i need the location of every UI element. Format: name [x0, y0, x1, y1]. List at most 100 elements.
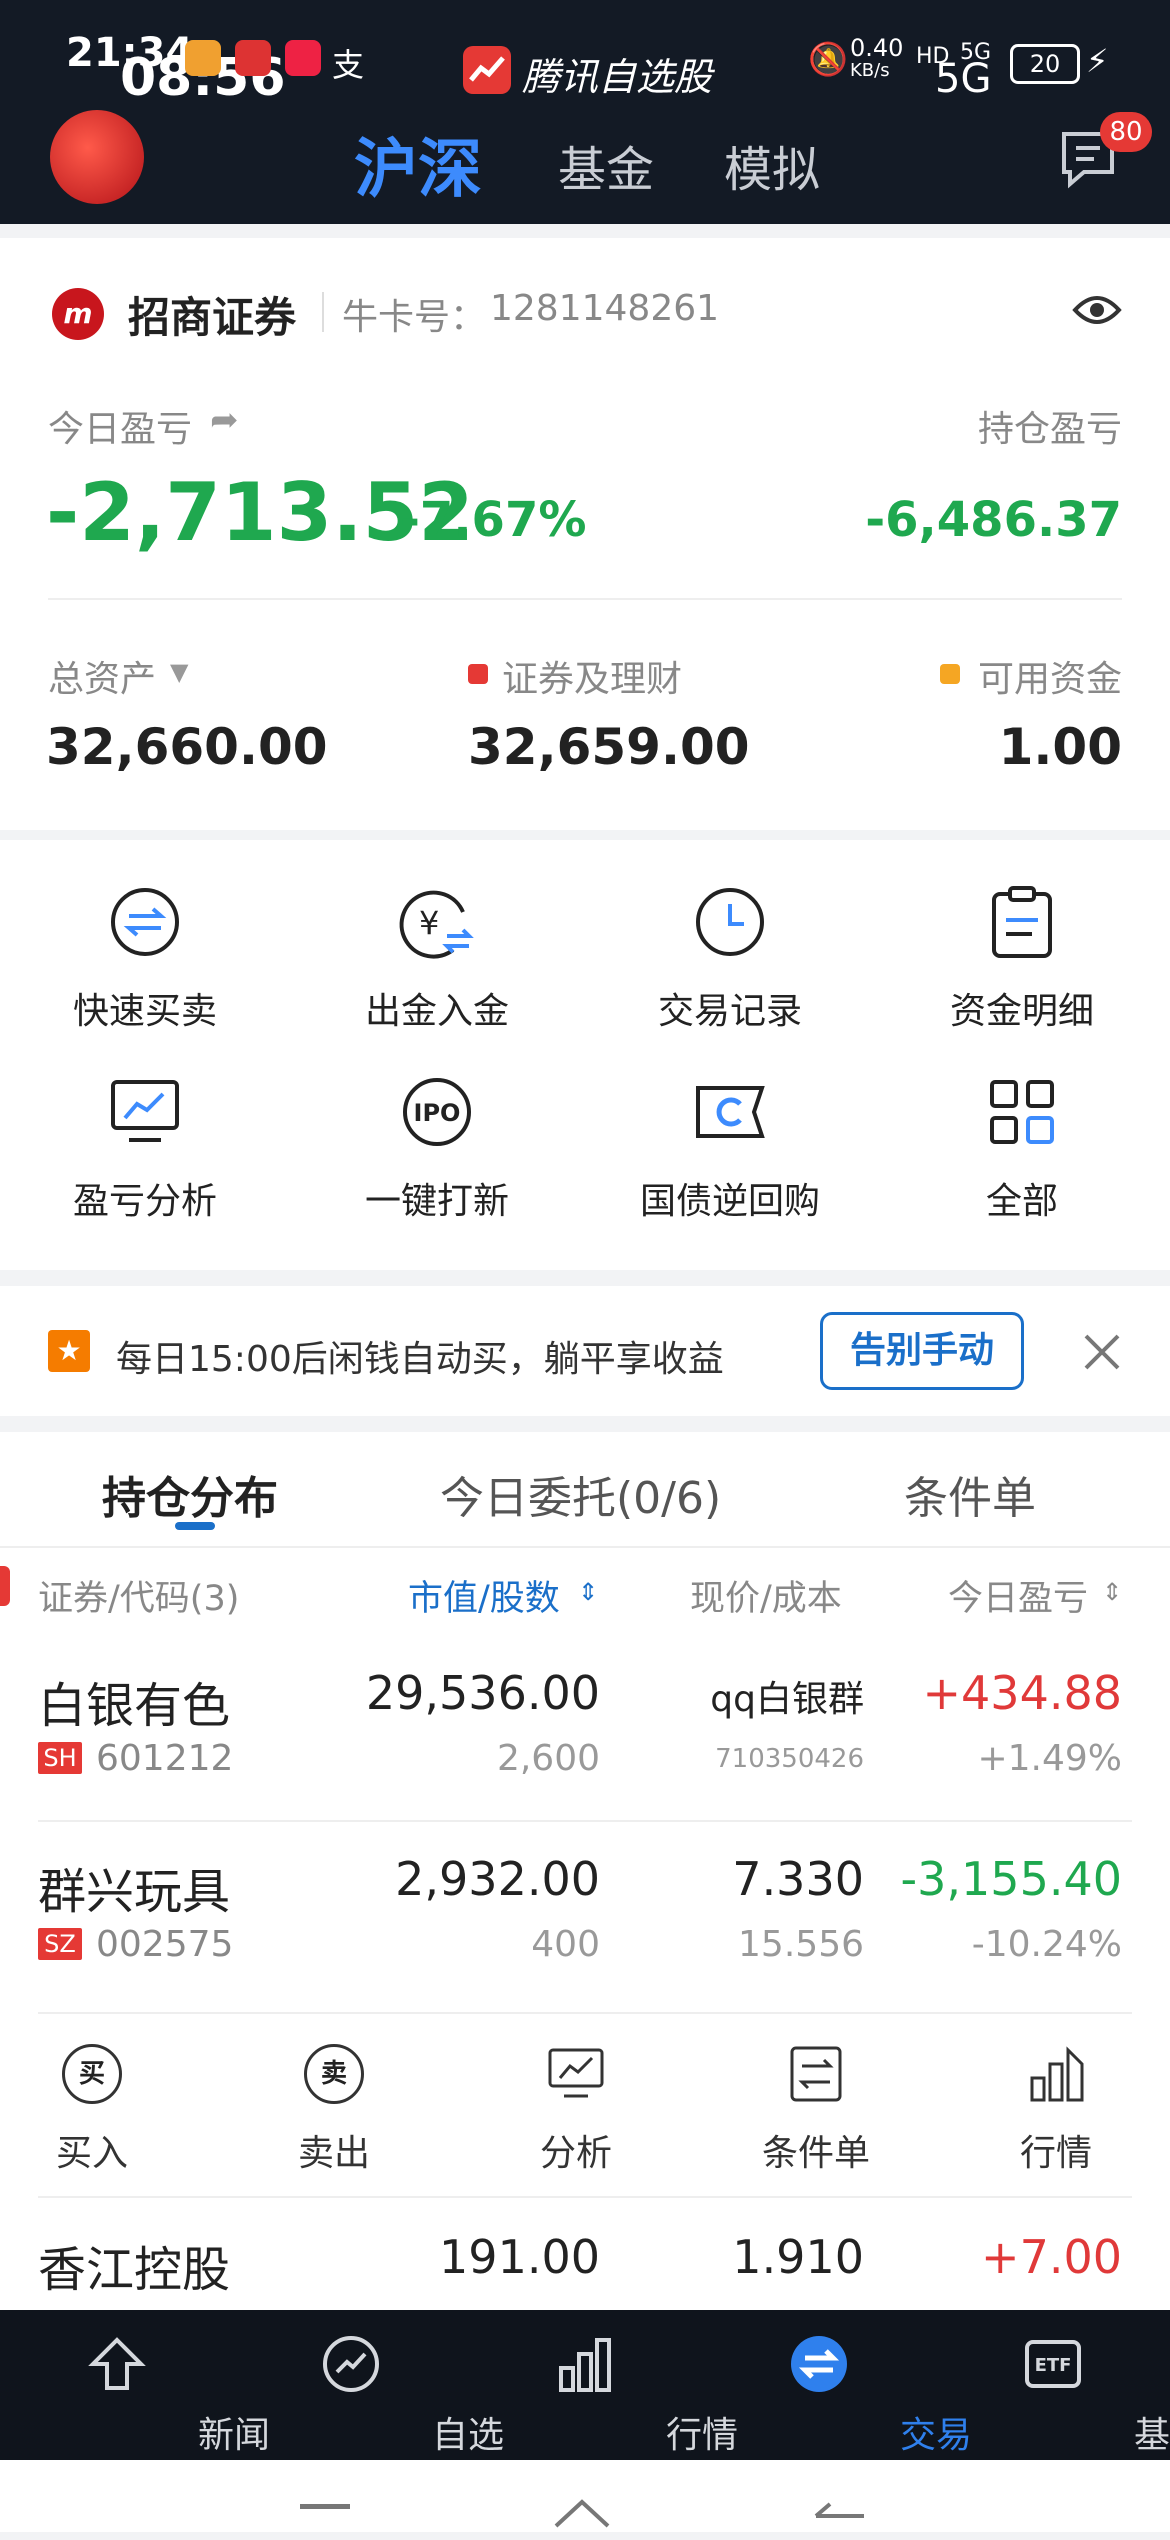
cost-price: 15.556 [738, 1924, 864, 1965]
divider [0, 1546, 1170, 1548]
top-bar: 21:34 08:56 支 腾讯自选股 🔕 0.40 KB/s HD 5G 5G… [0, 0, 1170, 224]
shortcut-quick-trade[interactable]: 快速买卖 [25, 982, 265, 1034]
grid-icon[interactable] [982, 1072, 1062, 1152]
back-icon[interactable] [810, 2500, 870, 2532]
tab-holdings[interactable]: 持仓分布 [102, 1462, 278, 1526]
sell-icon[interactable]: 卖 [304, 2044, 364, 2104]
eye-icon[interactable] [1072, 290, 1122, 330]
total-assets-label[interactable]: 总资产 [48, 650, 156, 702]
col-value[interactable]: 市值/股数 [408, 1570, 560, 1621]
stock-name: 白银有色 [38, 1678, 231, 1734]
col-price[interactable]: 现价/成本 [690, 1570, 842, 1621]
ipo-icon[interactable]: IPO [397, 1072, 477, 1152]
tab-indicator [175, 1522, 215, 1530]
clock-icon[interactable] [690, 882, 770, 962]
shortcut-deposit[interactable]: 出金入金 [317, 982, 557, 1034]
analysis-button[interactable]: 分析 [476, 2124, 676, 2176]
analysis-icon[interactable] [546, 2044, 606, 2104]
arrow-up-icon [88, 2337, 146, 2390]
conditional-order-icon[interactable] [786, 2044, 846, 2104]
signal-label: 5G [935, 56, 992, 102]
table-row[interactable]: 香江控股 191.00 1.910 +7.00 [0, 2200, 1170, 2310]
card-label: 牛卡号： [342, 297, 487, 338]
trade-icon [791, 2336, 847, 2392]
network-unit: KB/s [850, 60, 890, 81]
sort-icon[interactable]: ⇕ [1102, 1578, 1122, 1606]
notification-icon [185, 40, 221, 76]
battery-icon: 20 [1010, 44, 1080, 84]
tab-fund[interactable]: 基金 [558, 130, 654, 200]
shortcut-all[interactable]: 全部 [902, 1172, 1142, 1224]
nav-watchlist[interactable]: 自选 [234, 2310, 504, 2456]
caret-down-icon[interactable]: ▼ [170, 658, 188, 686]
system-nav-bar [0, 2460, 1170, 2532]
buy-icon[interactable]: 买 [62, 2044, 122, 2104]
nav-fund-label: 基金 [1133, 2415, 1170, 2456]
network-speed: 0.40 [850, 34, 904, 62]
market-value: 2,932.00 [395, 1852, 600, 1906]
notification-icon [285, 40, 321, 76]
marker [0, 1566, 10, 1606]
shares: 400 [531, 1924, 600, 1965]
shortcut-ipo[interactable]: 一键打新 [317, 1172, 557, 1224]
tab-conditional-orders[interactable]: 条件单 [904, 1462, 1036, 1526]
nav-news[interactable]: 新闻 [0, 2310, 270, 2456]
menu-icon[interactable] [300, 2504, 350, 2509]
current-price: 7.330 [732, 1852, 864, 1906]
broker-name: 招商证券 [128, 293, 297, 342]
home-icon[interactable] [552, 2496, 612, 2536]
divider [38, 2012, 1132, 2014]
today-pnl: +7.00 [981, 2230, 1122, 2284]
sell-button[interactable]: 卖出 [234, 2124, 434, 2176]
table-row[interactable]: 群兴玩具 SZ 002575 2,932.00 400 7.330 15.556… [0, 1826, 1170, 2006]
shortcut-bond-repo[interactable]: 国债逆回购 [610, 1172, 850, 1224]
conditional-order-button[interactable]: 条件单 [716, 2124, 916, 2176]
col-security[interactable]: 证券/代码(3) [38, 1570, 239, 1621]
market-button[interactable]: 行情 [956, 2124, 1156, 2176]
deposit-withdraw-icon[interactable]: ¥ [397, 882, 477, 962]
cash-value: 1.00 [998, 718, 1122, 776]
today-pnl-pct: -7.67% [400, 492, 587, 548]
sort-icon[interactable]: ⇕ [578, 1578, 598, 1606]
shortcut-fund-details[interactable]: 资金明细 [902, 982, 1142, 1034]
buy-button[interactable]: 买入 [0, 2124, 192, 2176]
promo-banner[interactable]: ★ 每日15:00后闲钱自动买，躺平享收益 告别手动 [0, 1286, 1170, 1416]
divider [322, 292, 324, 332]
market-icon[interactable] [1026, 2044, 1086, 2104]
chart-monitor-icon[interactable] [105, 1072, 185, 1152]
etf-icon: ETF [1025, 2340, 1081, 2388]
bond-repo-icon[interactable] [690, 1072, 770, 1152]
stock-name: 香江控股 [38, 2242, 231, 2298]
charging-icon: ⚡ [1086, 42, 1109, 80]
cash-label: 可用资金 [977, 659, 1122, 700]
share-icon[interactable]: ➦ [210, 400, 239, 440]
banner-button[interactable]: 告别手动 [820, 1312, 1024, 1390]
total-assets-value: 32,660.00 [46, 718, 328, 776]
shortcut-pnl-analysis[interactable]: 盈亏分析 [25, 1172, 265, 1224]
tab-hushen[interactable]: 沪深 [354, 118, 482, 210]
star-icon: ★ [48, 1330, 90, 1372]
nav-market[interactable]: 行情 [468, 2310, 738, 2456]
current-price: 1.910 [732, 2230, 864, 2284]
bar-chart-icon [559, 2338, 611, 2392]
clipboard-icon[interactable] [982, 882, 1062, 962]
securities-label: 证券及理财 [502, 659, 683, 700]
nav-fund[interactable]: ETF 基金 [936, 2310, 1170, 2456]
tab-today-orders[interactable]: 今日委托(0/6) [440, 1462, 721, 1526]
divider [48, 598, 1122, 600]
col-pnl[interactable]: 今日盈亏 [948, 1570, 1088, 1621]
tab-simulation[interactable]: 模拟 [724, 130, 820, 200]
alipay-icon: 支 [332, 46, 365, 84]
hold-pnl-value: -6,486.37 [865, 492, 1122, 548]
nav-trade[interactable]: 交易 [702, 2310, 972, 2456]
quick-trade-icon[interactable] [105, 882, 185, 962]
table-row[interactable]: 白银有色 SH 601212 29,536.00 2,600 qq白银群 710… [0, 1640, 1170, 1820]
divider [38, 2196, 1132, 2198]
avatar[interactable] [50, 110, 144, 204]
app-name: 腾讯自选股 [522, 55, 713, 99]
close-icon[interactable] [1080, 1330, 1124, 1374]
shares: 2,600 [496, 1738, 600, 1779]
cost-price: 710350426 [715, 1744, 864, 1774]
shortcut-trade-records[interactable]: 交易记录 [610, 982, 850, 1034]
divider [38, 1820, 1132, 1822]
